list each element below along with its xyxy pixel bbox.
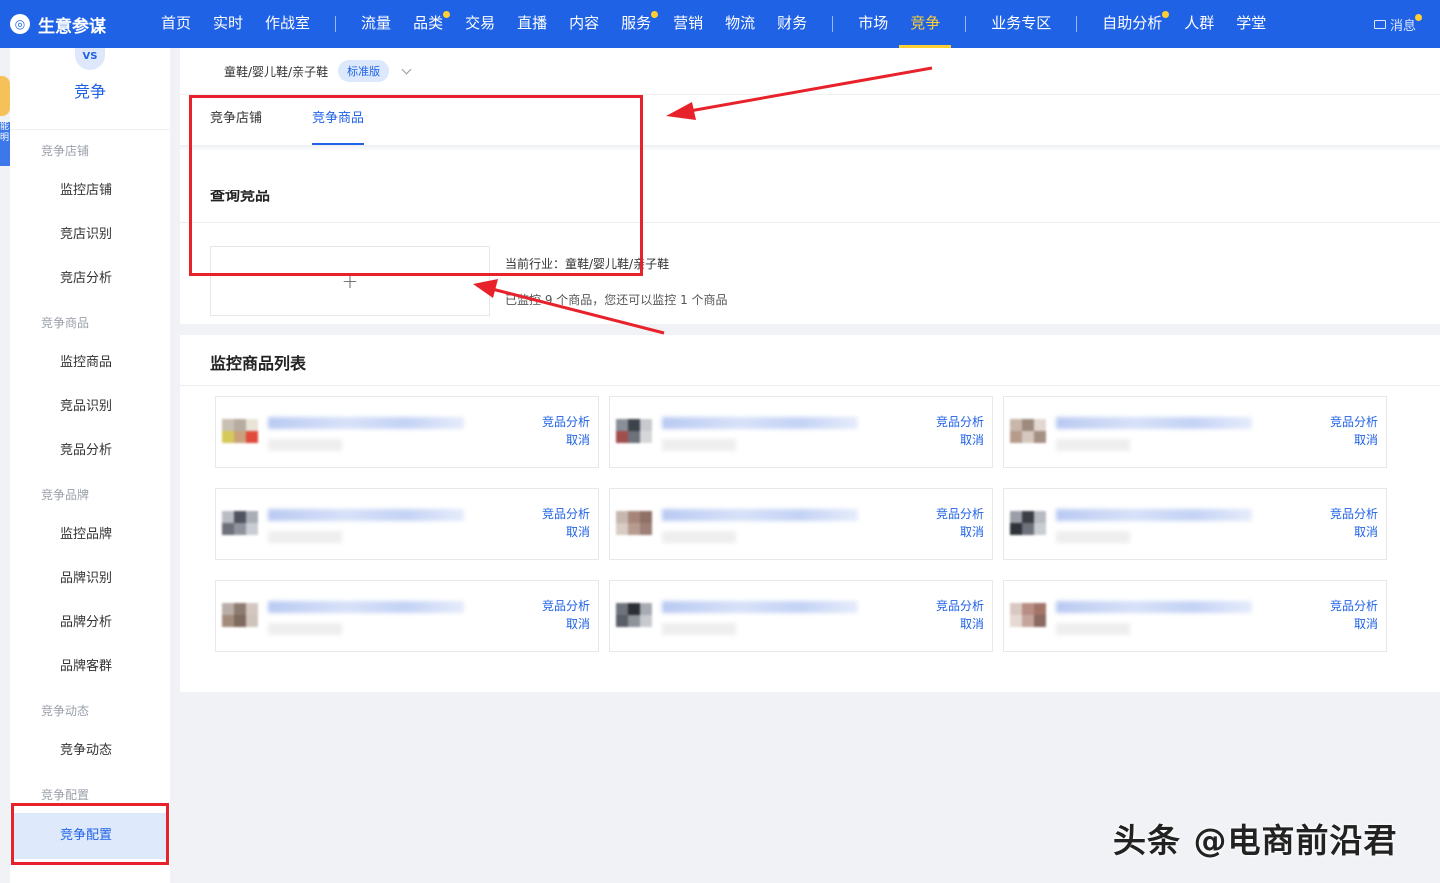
annotation-arrow-head: [473, 279, 498, 298]
annotation-arrow-head: [666, 102, 696, 120]
annotation-arrow: [683, 66, 933, 114]
annotation-arrows: [473, 66, 933, 335]
annotation-arrow: [491, 287, 665, 335]
watermark: 头条 @电商前沿君: [1113, 821, 1398, 860]
